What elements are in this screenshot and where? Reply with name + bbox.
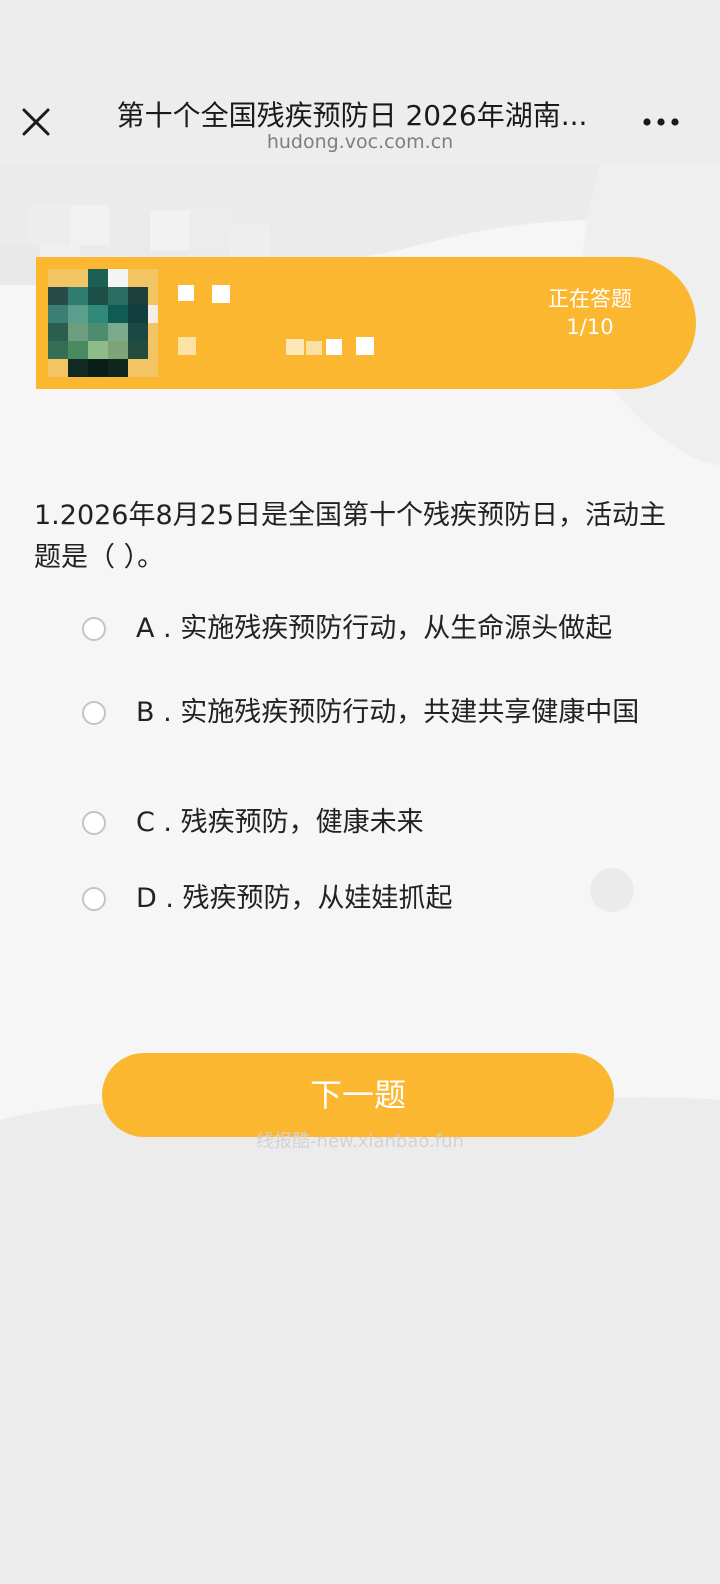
avatar-image	[48, 269, 158, 377]
page-url: hudong.voc.com.cn	[266, 131, 454, 153]
radio-unchecked-icon[interactable]	[82, 887, 106, 911]
option-label: A . 实施残疾预防行动，从生命源头做起	[136, 613, 613, 644]
option-label: C . 残疾预防，健康未来	[136, 807, 424, 838]
quiz-status: 正在答题 1/10	[520, 285, 660, 341]
close-button[interactable]	[14, 100, 58, 144]
blurred-nickname	[176, 283, 396, 363]
more-icon	[643, 118, 679, 126]
page-title: 第十个全国残疾预防日 2026年湖南...	[116, 99, 588, 132]
watermark: 线报酷-new.xianbao.fun	[256, 1131, 464, 1152]
more-button[interactable]	[636, 102, 686, 142]
browser-top-bar: 第十个全国残疾预防日 2026年湖南... hudong.voc.com.cn	[0, 0, 720, 165]
quiz-content: 正在答题 1/10 1.2026年8月25日是全国第十个残疾预防日，活动主题是（…	[0, 165, 720, 1170]
status-label: 正在答题	[548, 287, 632, 311]
question-text: 1.2026年8月25日是全国第十个残疾预防日，活动主题是（ ）。	[34, 500, 667, 573]
option-label: D . 残疾预防，从娃娃抓起	[136, 883, 453, 914]
progress-counter: 1/10	[566, 315, 614, 339]
avatar	[48, 269, 158, 377]
nickname-mosaic	[178, 285, 374, 355]
close-icon	[22, 108, 50, 136]
next-question-button[interactable]: 下一题	[102, 1053, 614, 1137]
bottom-blank-area	[0, 1170, 720, 1584]
option-label: B . 实施残疾预防行动，共建共享健康中国	[136, 697, 640, 728]
radio-unchecked-icon[interactable]	[82, 617, 106, 641]
radio-unchecked-icon[interactable]	[82, 811, 106, 835]
radio-unchecked-icon[interactable]	[82, 701, 106, 725]
